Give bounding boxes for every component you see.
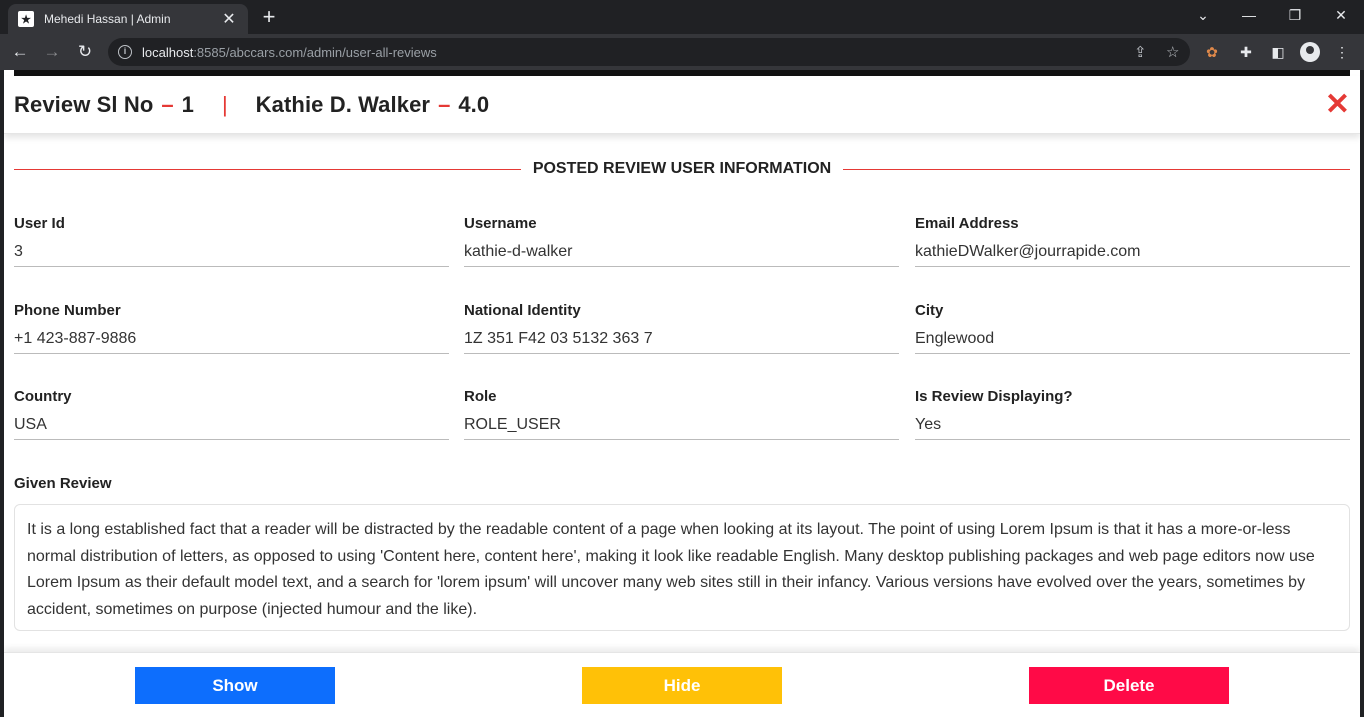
field-value: 3 — [14, 243, 449, 267]
menu-icon[interactable]: ⋮ — [1332, 42, 1352, 62]
puzzle-icon[interactable]: ✚ — [1236, 42, 1256, 62]
field-email: Email Address kathieDWalker@jourrapide.c… — [915, 215, 1350, 267]
reload-icon[interactable]: ↻ — [73, 40, 97, 64]
divider-left — [14, 168, 521, 170]
field-user-id: User Id 3 — [14, 215, 449, 267]
window-close-icon[interactable]: ✕ — [1318, 4, 1364, 26]
cookie-icon[interactable]: ✿ — [1202, 42, 1222, 62]
field-label: User Id — [14, 215, 65, 232]
browser-tabbar: ★ Mehedi Hassan | Admin ✕ + ⌄ — ❐ ✕ — [0, 0, 1364, 34]
site-favicon-icon: ★ — [18, 11, 34, 27]
sidepanel-icon[interactable]: ◧ — [1268, 42, 1288, 62]
url-text[interactable]: localhost:8585/abccars.com/admin/user-al… — [142, 45, 437, 60]
field-username: Username kathie-d-walker — [464, 215, 899, 267]
field-value: +1 423-887-9886 — [14, 330, 449, 354]
field-is-review-displaying: Is Review Displaying? Yes — [915, 388, 1350, 440]
profile-icon[interactable] — [1300, 42, 1320, 62]
field-value: kathie-d-walker — [464, 243, 899, 267]
review-sl-label: Review Sl No — [14, 91, 154, 117]
share-icon[interactable]: ⇪ — [1134, 43, 1147, 61]
tab-search-icon[interactable]: ⌄ — [1180, 4, 1226, 26]
reviewer-name: Kathie D. Walker — [255, 91, 431, 117]
dash-separator: – — [161, 91, 174, 117]
field-phone: Phone Number +1 423-887-9886 — [14, 302, 449, 354]
hide-button[interactable]: Hide — [582, 667, 782, 704]
field-country: Country USA — [14, 388, 449, 440]
info-icon[interactable]: i — [118, 45, 132, 59]
review-sl-number: 1 — [181, 91, 194, 117]
new-tab-button[interactable]: + — [258, 6, 280, 28]
minimize-icon[interactable]: — — [1226, 4, 1272, 26]
page-viewport: Review Sl No – 1 | Kathie D. Walker – 4.… — [4, 70, 1360, 717]
field-label: Email Address — [915, 215, 1019, 232]
modal-close-icon[interactable]: ✕ — [1325, 90, 1350, 120]
modal-header: Review Sl No – 1 | Kathie D. Walker – 4.… — [4, 76, 1360, 134]
back-icon[interactable]: ← — [8, 40, 32, 64]
tab-close-icon[interactable]: ✕ — [220, 9, 238, 29]
browser-toolbar: ← → ↻ i localhost:8585/abccars.com/admin… — [0, 34, 1364, 70]
forward-icon[interactable]: → — [40, 40, 64, 64]
restore-icon[interactable]: ❐ — [1272, 4, 1318, 26]
star-icon[interactable]: ☆ — [1166, 43, 1179, 61]
tab-title: Mehedi Hassan | Admin — [44, 12, 171, 26]
delete-button[interactable]: Delete — [1029, 667, 1229, 704]
field-label: Country — [14, 388, 72, 405]
given-review-text: It is a long established fact that a rea… — [14, 504, 1350, 631]
browser-tab[interactable]: ★ Mehedi Hassan | Admin ✕ — [8, 4, 248, 34]
review-rating: 4.0 — [458, 91, 490, 117]
pipe-separator: | — [221, 91, 228, 117]
field-value: Yes — [915, 416, 1350, 440]
show-button[interactable]: Show — [135, 667, 335, 704]
dash-separator: – — [438, 91, 451, 117]
field-value: USA — [14, 416, 449, 440]
field-label: Phone Number — [14, 302, 121, 319]
field-label: City — [915, 302, 944, 319]
field-city: City Englewood — [915, 302, 1350, 354]
field-value: kathieDWalker@jourrapide.com — [915, 243, 1350, 267]
field-label: Is Review Displaying? — [915, 388, 1073, 405]
field-label: Username — [464, 215, 537, 232]
address-bar[interactable]: i localhost:8585/abccars.com/admin/user-… — [108, 38, 1190, 66]
modal-footer: Show Hide Delete — [4, 652, 1360, 717]
section-title-text: POSTED REVIEW USER INFORMATION — [532, 160, 832, 177]
field-role: Role ROLE_USER — [464, 388, 899, 440]
field-label: Role — [464, 388, 497, 405]
given-review-label: Given Review — [14, 475, 112, 492]
field-value: 1Z 351 F42 03 5132 363 7 — [464, 330, 899, 354]
field-value: Englewood — [915, 330, 1350, 354]
field-value: ROLE_USER — [464, 416, 899, 440]
section-title: POSTED REVIEW USER INFORMATION — [14, 158, 1351, 180]
field-label: National Identity — [464, 302, 581, 319]
divider-right — [843, 168, 1351, 170]
url-host: localhost — [142, 44, 194, 60]
field-national-identity: National Identity 1Z 351 F42 03 5132 363… — [464, 302, 899, 354]
url-path: :8585/abccars.com/admin/user-all-reviews — [193, 44, 437, 60]
